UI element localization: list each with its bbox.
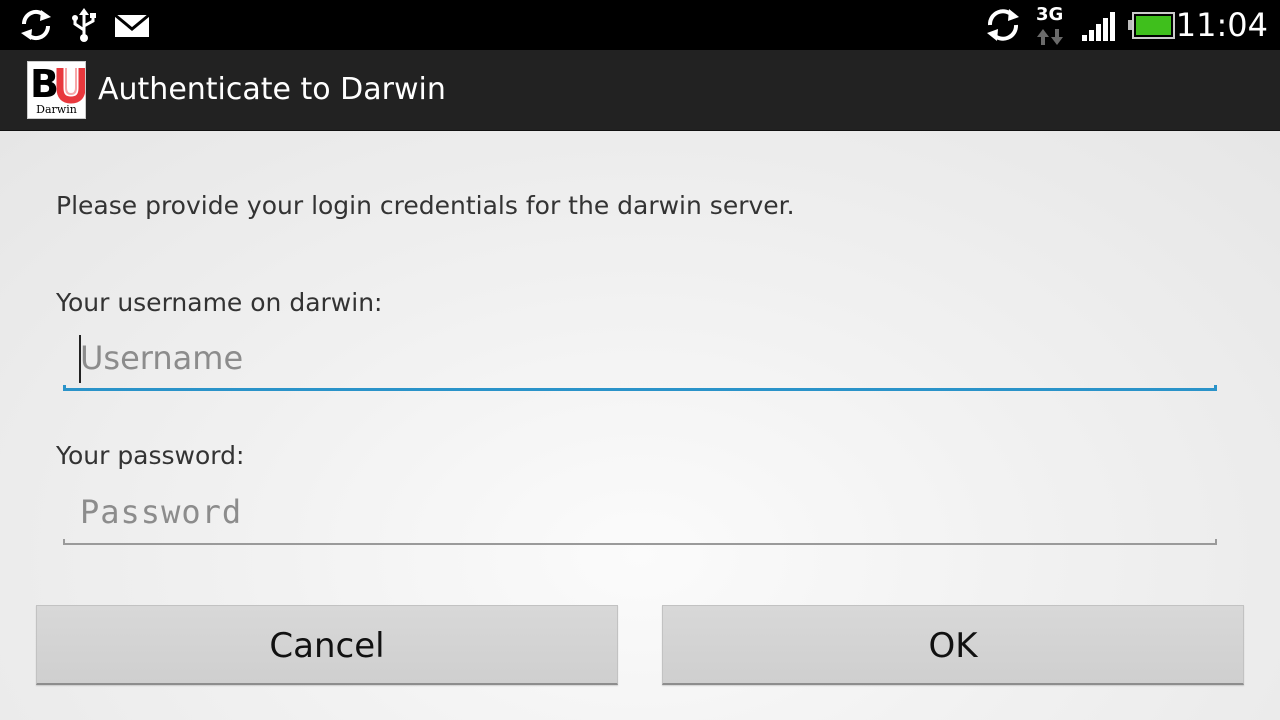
status-bar: 3G 11:04: [0, 0, 1280, 50]
password-input[interactable]: [80, 489, 1200, 535]
password-field-container: [63, 481, 1217, 545]
cancel-button[interactable]: Cancel: [36, 605, 618, 685]
username-label: Your username on darwin:: [56, 288, 383, 317]
username-input[interactable]: [80, 335, 1200, 381]
battery-icon: [1128, 8, 1176, 42]
text-cursor: [79, 335, 81, 383]
username-field-container: [63, 327, 1217, 391]
action-bar: B Darwin Authenticate to Darwin: [0, 50, 1280, 131]
username-underline: [63, 385, 1217, 391]
app-logo: B Darwin: [27, 61, 86, 119]
login-form: Please provide your login credentials fo…: [0, 131, 1280, 720]
password-underline: [63, 539, 1217, 545]
signal-icon: [1080, 8, 1116, 42]
page-title: Authenticate to Darwin: [98, 72, 446, 107]
logo-caption: Darwin: [36, 103, 77, 116]
mail-icon: [114, 8, 150, 42]
ok-button[interactable]: OK: [662, 605, 1244, 685]
usb-icon: [70, 8, 98, 42]
network-type-label: 3G: [1036, 4, 1063, 25]
sync-icon: [18, 8, 54, 42]
screen: 3G 11:04 B Darwin Authenticate to Darwin…: [0, 0, 1280, 720]
network-3g-icon: 3G: [1034, 3, 1068, 45]
clock: 11:04: [1175, 6, 1268, 44]
sync-icon: [985, 8, 1021, 42]
bu-logo-mark: B: [30, 62, 85, 104]
password-label: Your password:: [56, 441, 245, 470]
intro-text: Please provide your login credentials fo…: [56, 191, 795, 220]
svg-text:B: B: [30, 62, 59, 104]
